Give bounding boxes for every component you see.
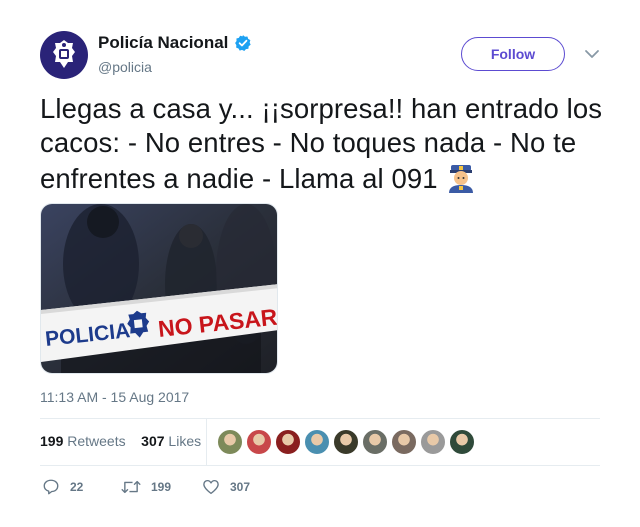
reply-icon <box>43 479 59 495</box>
police-crest-icon <box>53 40 75 68</box>
user-handle[interactable]: @policia <box>98 59 152 75</box>
retweet-button[interactable]: 199 <box>121 478 171 496</box>
liker-avatar[interactable] <box>449 429 475 455</box>
like-count: 307 <box>230 480 251 494</box>
avatar[interactable] <box>40 31 88 79</box>
heart-icon <box>203 479 219 495</box>
likes-stat[interactable]: 307 Likes <box>141 433 201 449</box>
display-name-text: Policía Nacional <box>98 33 229 52</box>
liker-avatar[interactable] <box>362 429 388 455</box>
stats-separator <box>206 419 207 465</box>
reply-count: 22 <box>70 480 84 494</box>
divider <box>40 465 600 466</box>
liker-avatar[interactable] <box>420 429 446 455</box>
tweet-text: Llegas a casa y... ¡¡sorpresa!! han entr… <box>40 92 606 202</box>
verified-badge-icon <box>235 35 252 51</box>
likes-count: 307 <box>141 433 165 449</box>
like-button[interactable]: 307 <box>202 478 250 496</box>
liker-avatar[interactable] <box>275 429 301 455</box>
liker-avatar[interactable] <box>333 429 359 455</box>
retweet-count: 199 <box>151 480 172 494</box>
follow-button[interactable]: Follow <box>461 37 565 71</box>
chevron-down-icon[interactable] <box>584 48 600 60</box>
tweet-body: Llegas a casa y... ¡¡sorpresa!! han entr… <box>40 93 603 194</box>
liker-avatar[interactable] <box>391 429 417 455</box>
liker-avatar[interactable] <box>217 429 243 455</box>
liker-avatar[interactable] <box>246 429 272 455</box>
retweets-stat[interactable]: 199 Retweets <box>40 433 126 449</box>
tweet-timestamp[interactable]: 11:13 AM - 15 Aug 2017 <box>40 389 189 405</box>
liker-avatar[interactable] <box>304 429 330 455</box>
divider <box>40 418 600 419</box>
police-tape-image: POLICIA NO PASAR <box>41 204 277 373</box>
reply-button[interactable]: 22 <box>42 478 83 496</box>
police-officer-emoji <box>444 160 478 202</box>
retweets-count: 199 <box>40 433 64 449</box>
retweets-label: Retweets <box>67 433 126 449</box>
display-name[interactable]: Policía Nacional <box>98 33 252 53</box>
tweet-stats: 199 Retweets 307 Likes <box>40 433 201 449</box>
likes-label: Likes <box>168 433 202 449</box>
retweet-icon <box>121 480 141 494</box>
tweet-image[interactable]: POLICIA NO PASAR <box>40 203 278 374</box>
